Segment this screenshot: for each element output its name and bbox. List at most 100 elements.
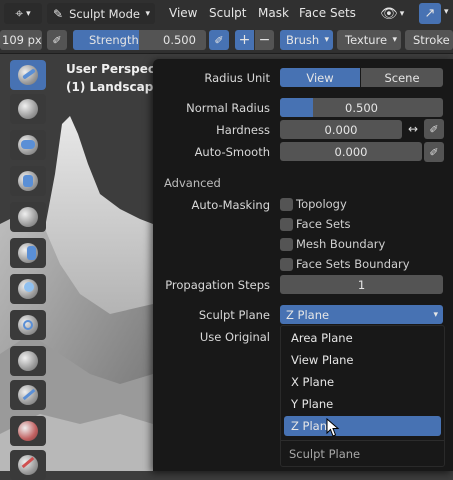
face-sets-boundary-label: Face Sets Boundary [296,257,410,271]
tool-blob[interactable] [10,310,46,340]
editor-type-button[interactable]: ⌖ ▾ [4,3,42,24]
radius-unit-scene-button[interactable]: Scene [361,68,443,87]
dropdown-item-area-plane[interactable]: Area Plane [284,328,441,348]
flatten-icon [18,421,38,441]
pen-pressure-icon: ✐ [429,145,439,159]
sculpt-plane-label: Sculpt Plane [198,308,270,322]
tool-crease[interactable] [10,346,46,376]
face-sets-label: Face Sets [296,217,351,231]
sculpt-brush-icon: ✎ [53,6,64,21]
eye-icon: 👁 [380,6,398,22]
menu-sculpt[interactable]: Sculpt [209,6,246,20]
mode-selector[interactable]: ✎ Sculpt Mode ▾ [47,3,155,24]
arrow-gizmo-icon: ↗ [424,6,436,21]
stroke-label: Stroke [413,33,450,47]
visibility-button[interactable]: 👁 ▾ [380,4,414,24]
propagation-steps-label: Propagation Steps [165,278,270,292]
chevron-down-icon: ▾ [26,8,31,19]
normal-radius-value: 0.500 [345,100,378,115]
texture-label: Texture [345,33,388,47]
clay-thumb-icon [18,207,38,227]
auto-smooth-field[interactable]: 0.000 [280,142,422,161]
clay-strips-icon [18,171,38,191]
smooth-icon [18,385,38,405]
chevron-down-icon: ▾ [324,35,329,45]
dropdown-footer: Sculpt Plane [289,447,361,461]
tool-inflate[interactable] [10,274,46,304]
texture-popover-button[interactable]: Texture ▾ [337,30,401,50]
radius-unit-view-button[interactable]: View [280,68,360,87]
mesh-boundary-checkbox[interactable] [280,238,293,251]
strength-pressure-button[interactable]: ✐ [209,30,229,50]
dropdown-item-y-plane[interactable]: Y Plane [284,394,441,414]
chevron-down-icon: ▾ [392,35,397,45]
pen-pressure-icon: ✐ [429,122,439,136]
menu-view[interactable]: View [169,6,197,20]
topology-label: Topology [296,197,347,211]
brush-popover-button[interactable]: Brush ▾ [280,30,333,50]
dropdown-item-view-plane[interactable]: View Plane [284,350,441,370]
face-sets-checkbox[interactable] [280,218,293,231]
tool-clay[interactable] [10,130,46,160]
chevron-down-icon[interactable]: ▾ [444,7,449,17]
tool-draw-sharp[interactable] [10,94,46,124]
advanced-section-label: Advanced [164,176,221,190]
pen-pressure-icon: ✐ [214,33,224,47]
auto-smooth-pressure-button[interactable]: ✐ [424,142,444,162]
pen-pressure-icon: ✐ [52,33,62,47]
dropdown-divider [281,440,444,441]
menu-face-sets[interactable]: Face Sets [299,6,356,20]
strength-slider[interactable]: Strength 0.500 [73,30,206,50]
blob-icon [18,315,38,335]
tool-flatten[interactable] [10,416,46,446]
subtract-direction-button[interactable]: − [255,30,274,50]
dropdown-item-x-plane[interactable]: X Plane [284,372,441,392]
normal-radius-label: Normal Radius [186,101,270,115]
header-bar: ⌖ ▾ ✎ Sculpt Mode ▾ View Sculpt Mask Fac… [0,0,453,27]
layer-icon [18,243,38,263]
tool-fill[interactable] [10,450,46,480]
tool-clay-strips[interactable] [10,166,46,196]
fill-icon [18,455,38,475]
invert-arrows-icon[interactable]: ↔ [403,119,423,139]
stroke-popover-button[interactable]: Stroke [405,30,453,50]
radius-field[interactable]: 109 px [0,30,42,50]
chevron-down-icon: ▾ [399,9,405,19]
strength-label: Strength [89,33,139,47]
normal-radius-slider[interactable]: 0.500 [280,98,443,117]
inflate-icon [18,279,38,299]
radius-pressure-button[interactable]: ✐ [47,30,67,50]
tool-smooth[interactable] [10,380,46,410]
sculpt-plane-select[interactable]: Z Plane ▾ [280,305,443,324]
mesh-boundary-label: Mesh Boundary [296,237,386,251]
tool-draw[interactable] [10,60,46,90]
topology-checkbox[interactable] [280,198,293,211]
plus-icon: + [238,32,251,48]
tool-layer[interactable] [10,238,46,268]
use-original-label: Use Original [199,330,270,344]
radius-value: 109 px [2,33,42,47]
radius-unit-label: Radius Unit [204,71,270,85]
hardness-field[interactable]: 0.000 [280,120,402,139]
sculpt-plane-dropdown: Area Plane View Plane X Plane Y Plane Z … [280,325,445,467]
brush-label: Brush [286,33,320,47]
chevron-down-icon: ▾ [433,309,438,320]
tool-clay-thumb[interactable] [10,202,46,232]
propagation-steps-field[interactable]: 1 [280,275,443,294]
dropdown-item-z-plane[interactable]: Z Plane [284,416,441,436]
face-sets-boundary-checkbox[interactable] [280,258,293,271]
menu-mask[interactable]: Mask [258,6,289,20]
draw-brush-icon [18,65,38,85]
sculpt-plane-value: Z Plane [286,307,330,322]
strength-value: 0.500 [163,33,196,47]
transform-gizmo-icon: ⌖ [15,5,24,22]
mode-label: Sculpt Mode [69,6,140,21]
viewport-subtitle: (1) Landscape [66,80,162,94]
hardness-pressure-button[interactable]: ✐ [424,119,444,139]
mouse-cursor-icon [326,418,340,437]
tool-settings-bar: 109 px ✐ Strength 0.500 ✐ + − Brush ▾ Te… [0,27,453,54]
draw-sharp-icon [18,99,38,119]
gizmo-toggle-button[interactable]: ↗ [419,3,441,24]
add-direction-button[interactable]: + [235,30,254,50]
hardness-label: Hardness [216,123,270,137]
